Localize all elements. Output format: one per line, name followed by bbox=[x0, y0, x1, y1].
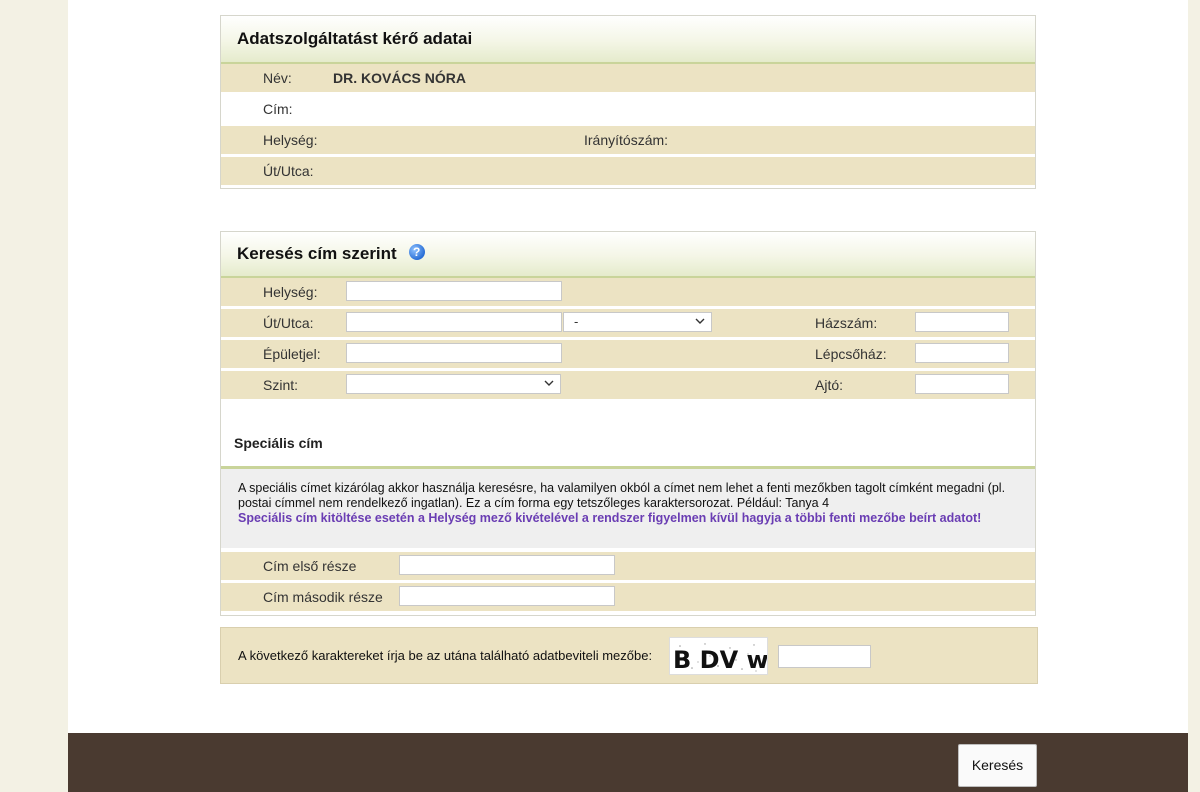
building-input[interactable] bbox=[346, 343, 562, 363]
search-panel: Keresés cím szerint ? Helység: Út/Utca: … bbox=[220, 231, 1036, 616]
city-label: Helység: bbox=[263, 132, 318, 148]
search-street-row: Út/Utca: - Házszám: bbox=[221, 309, 1035, 340]
door-label: Ajtó: bbox=[815, 377, 844, 393]
requester-panel-title: Adatszolgáltatást kérő adatai bbox=[221, 16, 1035, 64]
search-panel-header: Keresés cím szerint ? bbox=[221, 232, 1035, 278]
captcha-text: B DV w bbox=[673, 646, 767, 674]
chevron-down-icon bbox=[544, 380, 554, 386]
special-first-row: Cím első része bbox=[221, 552, 1035, 583]
special-address-title: Speciális cím bbox=[234, 435, 323, 451]
search-city-row: Helység: bbox=[221, 278, 1035, 309]
search-city-label: Helység: bbox=[263, 284, 318, 300]
special-address-info: A speciális címet kizárólag akkor haszná… bbox=[221, 466, 1035, 548]
address-label: Cím: bbox=[263, 101, 293, 117]
staircase-label: Lépcsőház: bbox=[815, 346, 887, 362]
house-number-label: Házszám: bbox=[815, 315, 878, 331]
requester-name-row: Név: DR. KOVÁCS NÓRA bbox=[221, 64, 1035, 95]
captcha-label: A következő karaktereket írja be az után… bbox=[238, 648, 653, 663]
floor-select[interactable] bbox=[346, 374, 561, 394]
street-type-selected: - bbox=[574, 314, 579, 329]
search-floor-row: Szint: Ajtó: bbox=[221, 371, 1035, 402]
special-warning-text: Speciális cím kitöltése esetén a Helység… bbox=[238, 511, 982, 525]
first-part-label: Cím első része bbox=[263, 558, 357, 574]
city-input[interactable] bbox=[346, 281, 562, 301]
floor-label: Szint: bbox=[263, 377, 299, 393]
search-street-label: Út/Utca: bbox=[263, 315, 314, 331]
second-part-label: Cím második része bbox=[263, 589, 383, 605]
special-second-row: Cím második része bbox=[221, 583, 1035, 614]
staircase-input[interactable] bbox=[915, 343, 1009, 363]
requester-panel: Adatszolgáltatást kérő adatai Név: DR. K… bbox=[220, 15, 1036, 189]
captcha-image: B DV w bbox=[669, 637, 769, 675]
first-part-input[interactable] bbox=[399, 555, 615, 575]
street-type-select[interactable]: - bbox=[563, 312, 712, 332]
house-number-input[interactable] bbox=[915, 312, 1009, 332]
search-button[interactable]: Keresés bbox=[958, 744, 1037, 787]
name-label: Név: bbox=[263, 70, 292, 86]
captcha-noise: B DV w bbox=[673, 643, 769, 674]
search-panel-title: Keresés cím szerint bbox=[237, 244, 397, 263]
street-label: Út/Utca: bbox=[263, 163, 314, 179]
question-help-icon[interactable]: ? bbox=[408, 244, 425, 260]
name-value: DR. KOVÁCS NÓRA bbox=[333, 70, 467, 86]
second-part-input[interactable] bbox=[399, 586, 615, 606]
building-label: Épületjel: bbox=[263, 346, 321, 362]
captcha-box: A következő karaktereket írja be az után… bbox=[220, 627, 1038, 684]
captcha-input[interactable] bbox=[778, 645, 871, 668]
search-building-row: Épületjel: Lépcsőház: bbox=[221, 340, 1035, 371]
zip-label: Irányítószám: bbox=[584, 132, 669, 148]
requester-street-row: Út/Utca: bbox=[221, 157, 1035, 188]
street-input[interactable] bbox=[346, 312, 562, 332]
door-input[interactable] bbox=[915, 374, 1009, 394]
requester-city-row: Helység: Irányítószám: bbox=[221, 126, 1035, 157]
special-info-text: A speciális címet kizárólag akkor haszná… bbox=[238, 481, 1006, 510]
chevron-down-icon bbox=[695, 318, 705, 324]
requester-address-row: Cím: bbox=[221, 95, 1035, 126]
